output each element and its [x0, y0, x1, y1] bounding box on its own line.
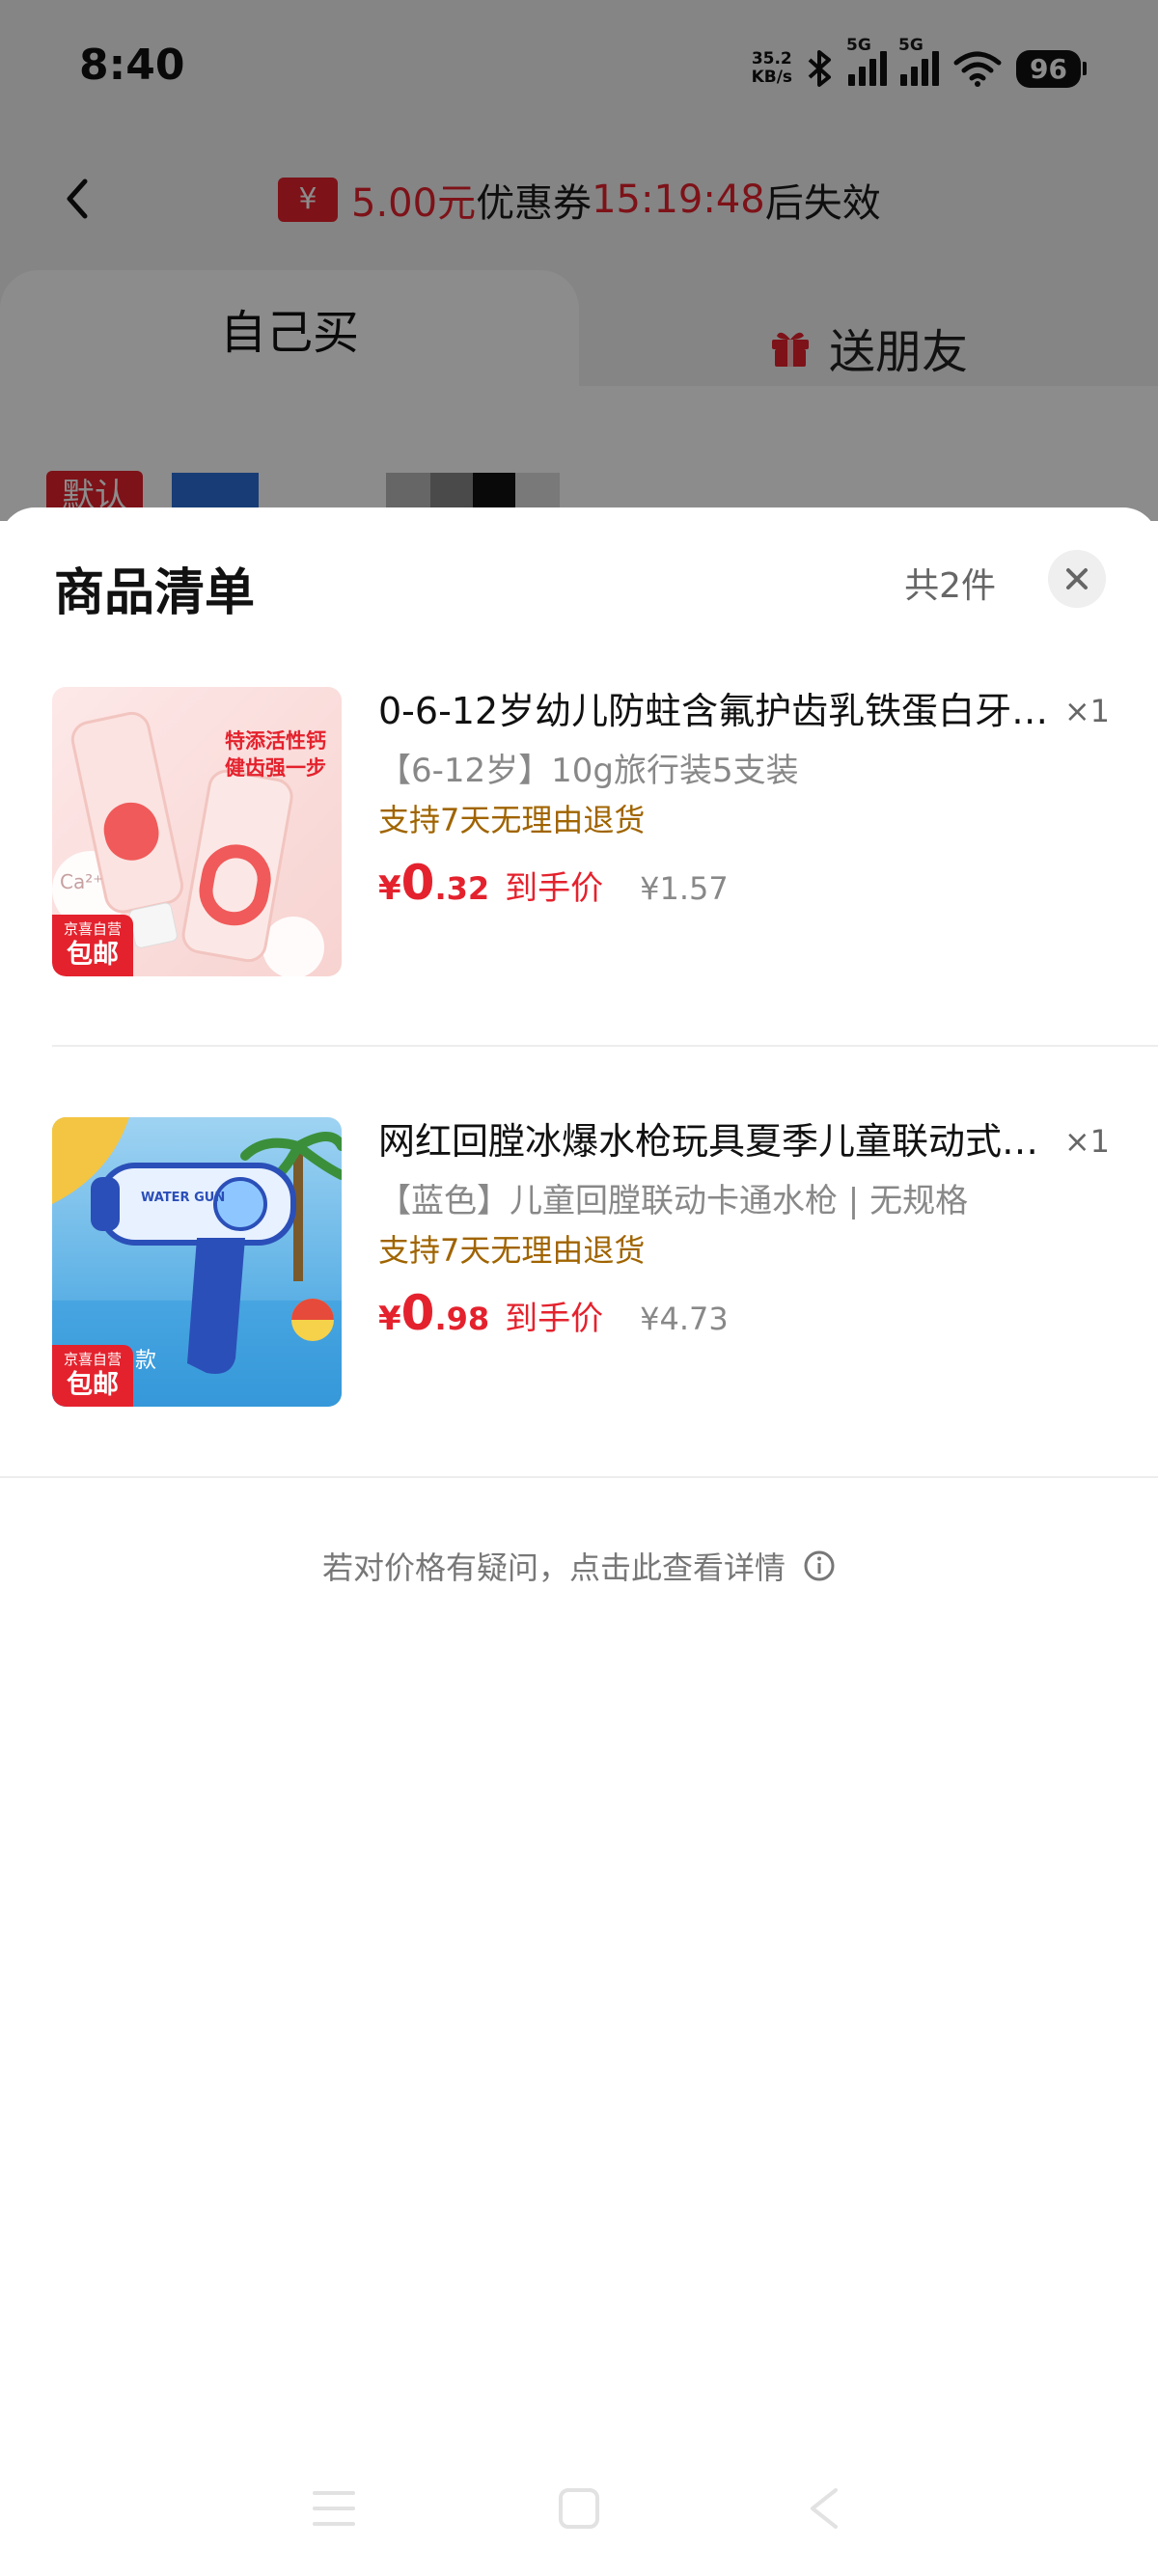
thumbnail-text: 特添活性钙 — [225, 729, 326, 753]
product-thumbnail[interactable]: WATER GUN 款 京喜自营 包邮 — [52, 1117, 342, 1407]
badge-line-2: 包邮 — [67, 1370, 119, 1400]
final-price-label: 到手价 — [505, 1300, 604, 1338]
info-icon — [804, 1550, 835, 1581]
badge-line-1: 京喜自营 — [63, 920, 122, 938]
product-thumbnail[interactable]: 特添活性钙 健齿强一步 Ca²⁺ 京喜自营 包邮 — [52, 687, 342, 976]
modal-overlay[interactable] — [0, 0, 1158, 521]
product-info: 0-6-12岁幼儿防蛀含氟护齿乳铁蛋白牙… ×1 【6-12岁】10g旅行装5支… — [378, 687, 1112, 911]
product-spec: 【6-12岁】10g旅行装5支装 — [378, 752, 799, 790]
return-policy: 支持7天无理由退货 — [378, 1232, 646, 1269]
sheet-title: 商品清单 — [54, 564, 256, 622]
product-quantity: ×1 — [1063, 693, 1110, 729]
home-icon[interactable] — [557, 2486, 601, 2531]
divider — [0, 1476, 1158, 1478]
badge-line-2: 包邮 — [67, 940, 119, 970]
divider — [52, 1045, 1158, 1047]
price-decimal: .32 — [434, 870, 490, 907]
thumbnail-text: 健齿强一步 — [225, 756, 326, 780]
product-item[interactable]: 特添活性钙 健齿强一步 Ca²⁺ 京喜自营 包邮 0-6-12岁幼儿防蛀含氟护齿… — [0, 687, 1158, 976]
price-row: ¥ 0 .32 到手价 ¥1.57 — [378, 855, 1112, 911]
product-item[interactable]: WATER GUN 款 京喜自营 包邮 网红回膛冰爆水枪玩具夏季儿童联动式… ×… — [0, 1117, 1158, 1407]
original-price: ¥1.57 — [640, 870, 729, 907]
thumbnail-text: 款 — [135, 1349, 157, 1373]
badge-line-1: 京喜自营 — [63, 1351, 122, 1368]
return-policy: 支持7天无理由退货 — [378, 802, 646, 838]
price-currency: ¥ — [378, 869, 401, 908]
free-shipping-badge: 京喜自营 包邮 — [52, 1345, 133, 1407]
price-decimal: .98 — [434, 1301, 490, 1337]
price-currency: ¥ — [378, 1300, 401, 1338]
product-title[interactable]: 0-6-12岁幼儿防蛀含氟护齿乳铁蛋白牙… — [378, 687, 1062, 735]
product-spec: 【蓝色】儿童回膛联动卡通水枪 | 无规格 — [378, 1182, 969, 1220]
close-icon[interactable] — [1048, 550, 1106, 608]
price-integer: 0 — [400, 855, 435, 911]
product-title[interactable]: 网红回膛冰爆水枪玩具夏季儿童联动式… — [378, 1117, 1062, 1165]
thumbnail-text: Ca²⁺ — [60, 870, 103, 893]
product-quantity: ×1 — [1063, 1123, 1110, 1160]
original-price: ¥4.73 — [640, 1301, 729, 1337]
free-shipping-badge: 京喜自营 包邮 — [52, 915, 133, 976]
final-price-label: 到手价 — [505, 869, 604, 908]
price-integer: 0 — [400, 1285, 435, 1341]
product-list-sheet: 商品清单 共2件 特添活性钙 健齿强一步 Ca²⁺ 京喜自营 包邮 0-6-12… — [0, 507, 1158, 2576]
system-nav-bar — [0, 2470, 1158, 2547]
product-info: 网红回膛冰爆水枪玩具夏季儿童联动式… ×1 【蓝色】儿童回膛联动卡通水枪 | 无… — [378, 1117, 1112, 1341]
price-question-link[interactable]: 若对价格有疑问，点击此查看详情 — [0, 1544, 1158, 1588]
price-row: ¥ 0 .98 到手价 ¥4.73 — [378, 1285, 1112, 1341]
menu-icon[interactable] — [311, 2487, 357, 2530]
thumbnail-text: WATER GUN — [141, 1191, 226, 1205]
back-icon[interactable] — [805, 2486, 843, 2531]
price-question-text: 若对价格有疑问，点击此查看详情 — [321, 1549, 786, 1586]
item-count: 共2件 — [904, 566, 996, 606]
